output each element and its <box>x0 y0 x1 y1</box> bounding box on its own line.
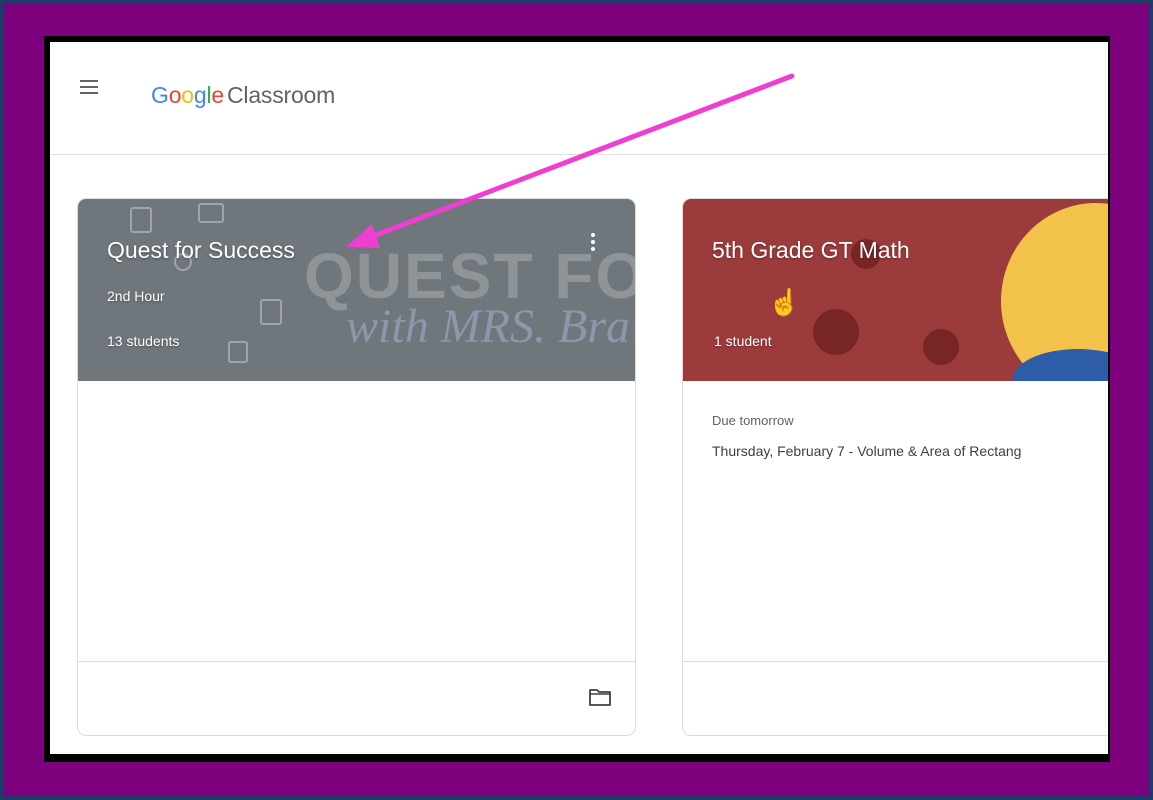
due-label: Due tomorrow <box>712 413 794 428</box>
class-card-5th-grade-gt-math[interactable]: 5th Grade GT Math 1 student Due tomorrow… <box>682 198 1108 736</box>
card-footer <box>683 661 1108 735</box>
brand-letter: e <box>211 82 224 108</box>
class-section[interactable]: 2nd Hour <box>107 288 165 304</box>
brand-letter: o <box>168 82 182 108</box>
classroom-page: GoogleClassroom QUEST FOR SU with MRS. B… <box>50 42 1108 754</box>
class-card-quest-for-success[interactable]: QUEST FOR SU with MRS. Bra Quest for Suc… <box>77 198 636 736</box>
banner-art-circle <box>923 329 959 365</box>
screenshot-area: GoogleClassroom QUEST FOR SU with MRS. B… <box>44 36 1110 762</box>
brand-letter: g <box>193 82 207 108</box>
class-banner[interactable]: QUEST FOR SU with MRS. Bra Quest for Suc… <box>78 199 635 381</box>
class-title[interactable]: 5th Grade GT Math <box>712 237 910 264</box>
banner-art-circle <box>813 309 859 355</box>
doodle-icon <box>130 207 152 233</box>
card-body: Due tomorrow Thursday, February 7 - Volu… <box>683 381 1108 663</box>
more-options-icon[interactable] <box>589 233 597 257</box>
doodle-icon <box>260 299 282 325</box>
top-app-bar: Google Classroom <box>50 42 1108 155</box>
due-assignment-link[interactable]: Thursday, February 7 - Volume & Area of … <box>712 443 1021 459</box>
doodle-icon <box>198 203 224 223</box>
brand-letter: o <box>181 82 194 108</box>
app-brand[interactable]: Google Classroom <box>151 82 335 109</box>
class-title[interactable]: Quest for Success <box>107 237 295 264</box>
class-banner[interactable]: 5th Grade GT Math 1 student <box>683 199 1108 381</box>
folder-icon[interactable] <box>589 688 611 706</box>
hamburger-menu-icon[interactable] <box>80 80 98 94</box>
doodle-icon <box>228 341 248 363</box>
banner-script-art: with MRS. Bra <box>346 300 630 353</box>
card-body <box>78 381 635 663</box>
hand-cursor-icon: ☝ <box>768 287 801 317</box>
brand-letter: G <box>151 82 169 108</box>
card-footer <box>78 661 635 735</box>
student-count: 13 students <box>107 333 180 349</box>
student-count: 1 student <box>714 333 772 349</box>
product-name: Classroom <box>227 82 336 108</box>
